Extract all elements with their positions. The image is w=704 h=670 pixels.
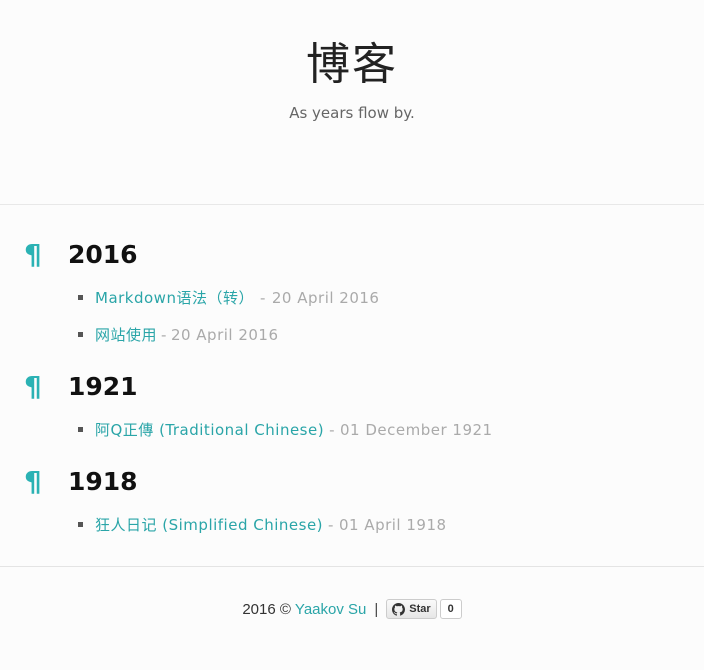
year-heading: ¶ 2016 <box>24 239 138 271</box>
bullet-icon <box>78 332 83 337</box>
copyright-text: 2016 © <box>242 600 291 618</box>
year-label: 1918 <box>68 467 138 496</box>
post-date: 01 December 1921 <box>340 420 493 439</box>
site-description: As years flow by. <box>289 104 415 122</box>
star-label: Star <box>409 603 431 615</box>
github-icon <box>392 602 406 616</box>
date-separator: - <box>328 515 334 534</box>
post-date: 20 April 2016 <box>271 288 380 307</box>
post-list: 狂人日记 (Simplified Chinese) - 01 April 191… <box>78 506 447 543</box>
author-link[interactable]: Yaakov Su <box>295 601 366 618</box>
post-link[interactable]: 阿Q正傳 (Traditional Chinese) <box>95 419 324 440</box>
date-separator: - <box>161 325 167 344</box>
year-label: 2016 <box>68 240 138 269</box>
bullet-icon <box>78 522 83 527</box>
anchor-link-icon[interactable]: ¶ <box>24 371 68 403</box>
site-header: 博客 As years flow by. <box>0 0 704 205</box>
year-label: 1921 <box>68 372 138 401</box>
post-link[interactable]: Markdown语法（转） <box>95 287 254 308</box>
github-star-button[interactable]: Star <box>386 599 437 619</box>
footer-content: 2016 © Yaakov Su | Star 0 <box>0 599 704 619</box>
anchor-link-icon[interactable]: ¶ <box>24 239 68 271</box>
list-item: Markdown语法（转） - 20 April 2016 <box>78 279 379 316</box>
anchor-link-icon[interactable]: ¶ <box>24 466 68 498</box>
year-heading: ¶ 1921 <box>24 371 138 403</box>
bullet-icon <box>78 295 83 300</box>
list-item: 网站使用 - 20 April 2016 <box>78 316 379 353</box>
archive-list: ¶ 2016 Markdown语法（转） - 20 April 2016 网站使… <box>0 205 704 566</box>
post-list: 阿Q正傳 (Traditional Chinese) - 01 December… <box>78 411 493 448</box>
year-heading: ¶ 1918 <box>24 466 138 498</box>
post-link[interactable]: 网站使用 <box>95 324 157 345</box>
post-date: 20 April 2016 <box>170 325 279 344</box>
site-title[interactable]: 博客 <box>0 28 704 92</box>
bullet-icon <box>78 427 83 432</box>
list-item: 狂人日记 (Simplified Chinese) - 01 April 191… <box>78 506 447 543</box>
post-list: Markdown语法（转） - 20 April 2016 网站使用 - 20 … <box>78 279 379 353</box>
post-date: 01 April 1918 <box>338 515 447 534</box>
date-separator: - <box>259 288 266 307</box>
star-count[interactable]: 0 <box>439 599 462 619</box>
list-item: 阿Q正傳 (Traditional Chinese) - 01 December… <box>78 411 493 448</box>
date-separator: - <box>329 420 335 439</box>
footer-divider: | <box>374 600 379 618</box>
post-link[interactable]: 狂人日记 (Simplified Chinese) <box>95 514 323 535</box>
site-footer: 2016 © Yaakov Su | Star 0 <box>0 566 704 670</box>
